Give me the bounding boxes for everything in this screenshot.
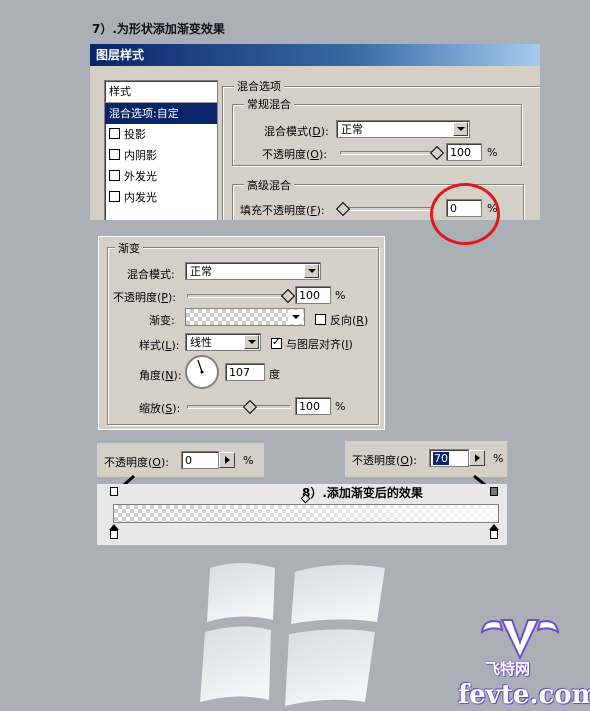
brand-logo-icon [480,619,560,660]
windows-logo-image [200,563,385,706]
color-stop-right-box[interactable] [490,530,498,539]
brand-name-cn: 飞特网 [485,660,531,678]
brand-url: fevte.com [458,680,590,710]
color-stop-left-box[interactable] [110,530,118,539]
opacity-stop-left[interactable] [110,487,118,496]
step8-title: 8）.添加渐变后的效果 [302,486,423,500]
opacity-stop-right[interactable] [490,487,498,496]
gradient-preview-bar [113,504,499,523]
gradient-editor-bar-area: 8）.添加渐变后的效果 [97,484,507,545]
